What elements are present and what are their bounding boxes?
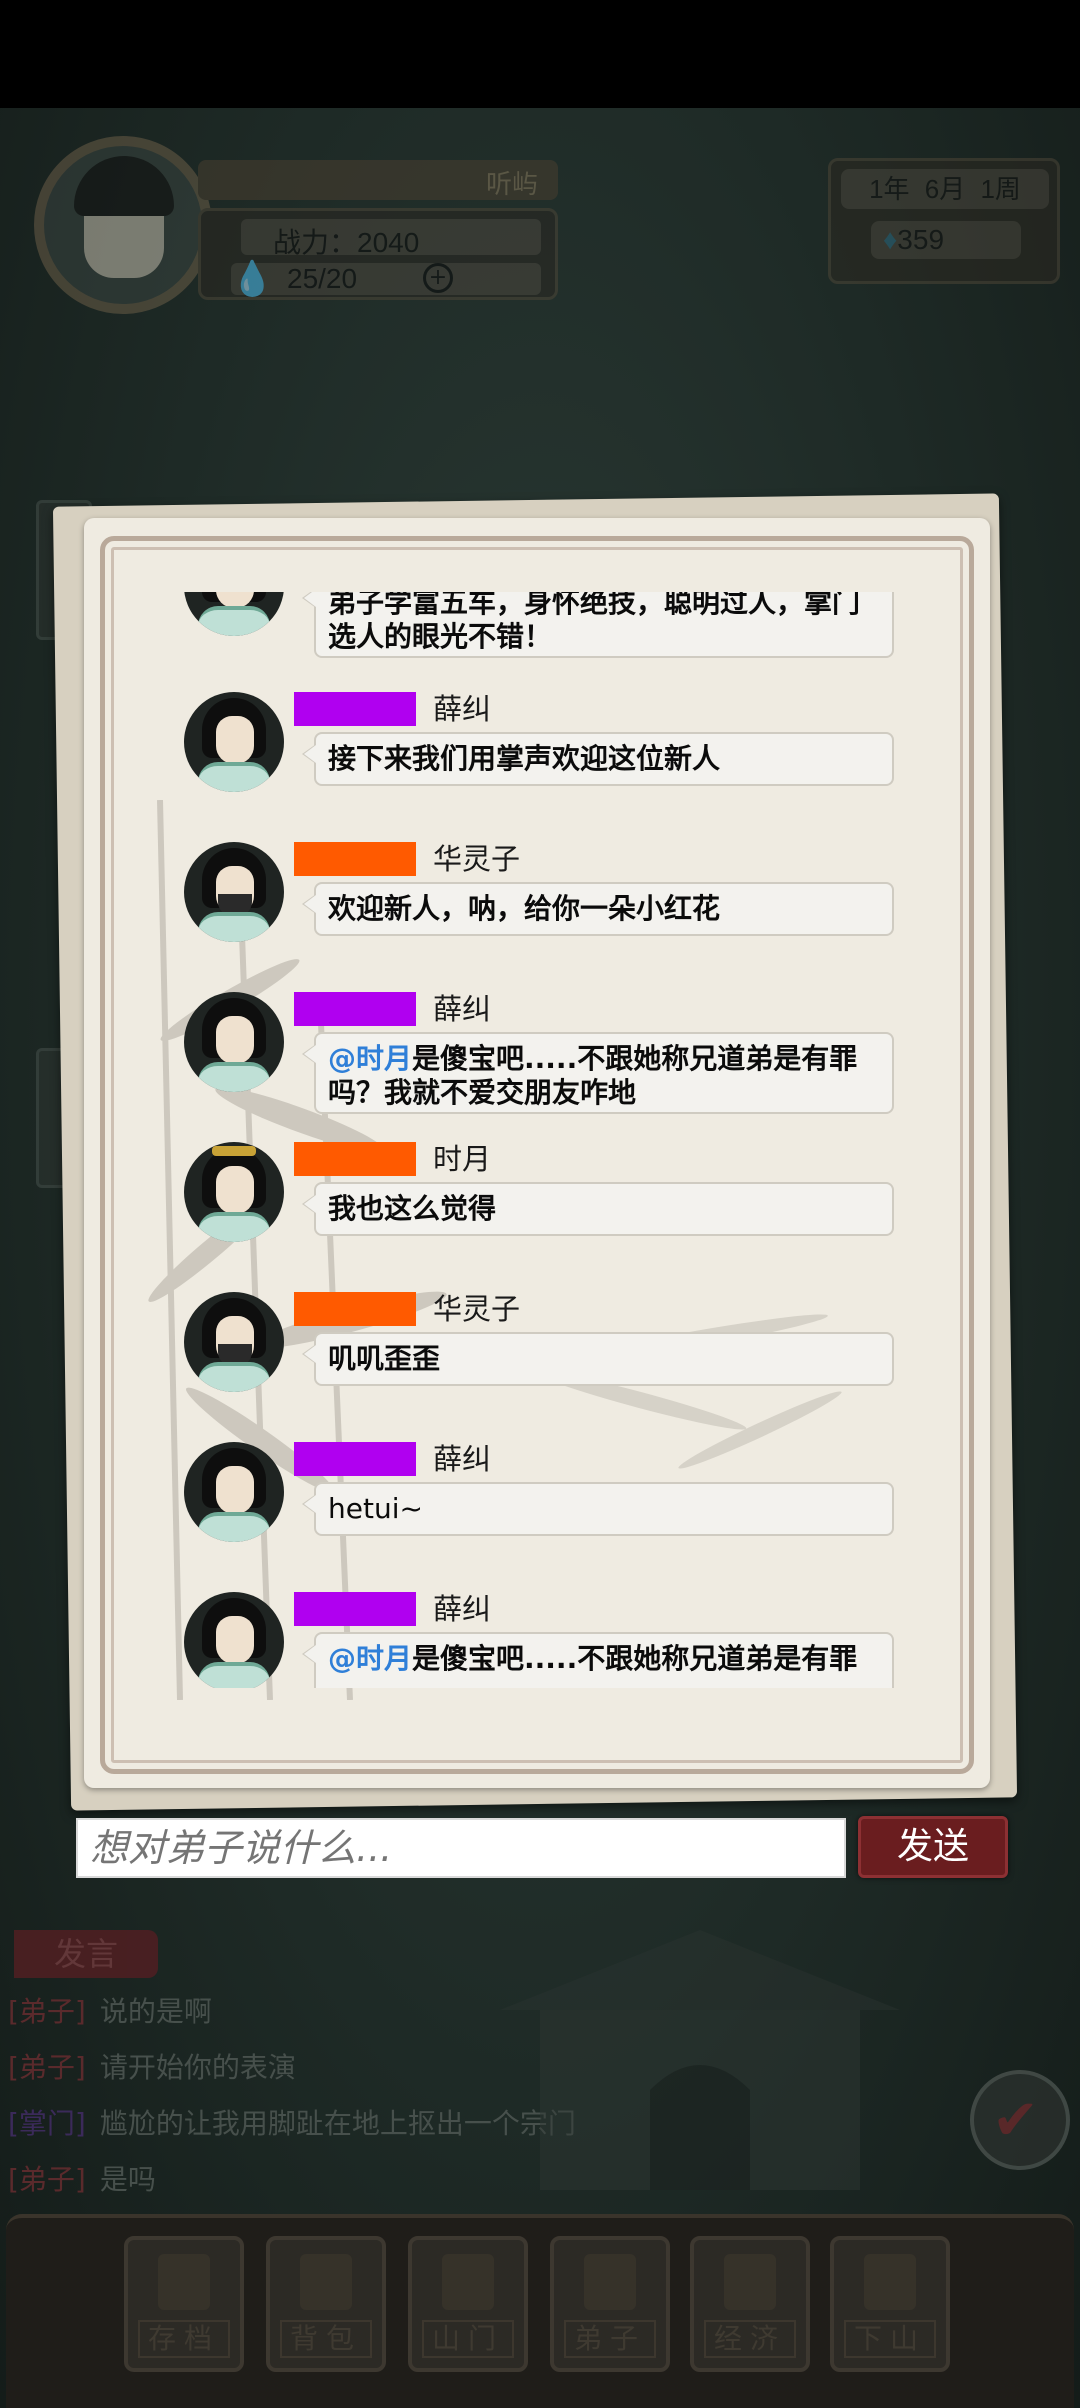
rank-tag [294,992,416,1026]
add-stamina-button[interactable]: + [423,263,453,293]
chat-log-title: 发言 [14,1930,158,1978]
message-bubble: hetui~ [302,1482,894,1536]
nav-mountain-gate-button[interactable]: 山门 [408,2236,528,2372]
task-check-button[interactable]: ✔ [970,2070,1070,2170]
message-text: 是傻宝吧.....不跟她称兄道弟是有罪 [412,1642,858,1675]
chat-message: 华灵子 欢迎新人，呐，给你一朵小红花 [110,842,966,992]
message-bubble: 接下来我们用掌声欢迎这位新人 [302,732,894,786]
sender-avatar[interactable] [184,1292,284,1392]
chat-message-list[interactable]: 弟子学富五车，身怀绝技，聪明过人，掌门选人的眼光不错！ 薛纠 接下来我们用掌声欢… [110,592,966,1688]
chat-message: 时月 我也这么觉得 [110,1142,966,1292]
mention-link[interactable]: @时月 [328,1642,412,1675]
chat-log-line: [弟子] 是吗 [8,2163,156,2196]
sender-avatar[interactable] [184,842,284,942]
sender-avatar[interactable] [184,1592,284,1688]
nav-save-button[interactable]: 存档 [124,2236,244,2372]
rank-tag [294,1442,416,1476]
message-text: 叽叽歪歪 [328,1342,441,1375]
send-button[interactable]: 发送 [858,1816,1008,1878]
player-name: 听屿 [485,169,538,199]
player-hud: 听屿 战力：2040 💧 25/20 + 1年 6月 1周 ♦359 [0,0,1080,640]
rank-tag [294,1592,416,1626]
power-label: 战力：2040 [273,227,420,258]
player-avatar[interactable] [34,136,212,314]
sender-name: 华灵子 [433,842,521,876]
sender-name: 薛纠 [433,692,492,726]
spirit-stone-count: 359 [897,224,945,255]
message-bubble: 我也这么觉得 [302,1182,894,1236]
sender-name: 薛纠 [433,1442,492,1476]
sect-gate-illustration [500,1930,900,2190]
nav-disciples-button[interactable]: 弟子 [550,2236,670,2372]
message-bubble: @时月是傻宝吧.....不跟她称兄道弟是有罪 [302,1632,894,1688]
bag-icon [300,2254,352,2310]
rank-tag [294,842,416,876]
nav-descend-button[interactable]: 下山 [830,2236,950,2372]
stamina-icon: 💧 [231,259,274,299]
nav-economy-button[interactable]: 经济 [690,2236,810,2372]
message-bubble: 叽叽歪歪 [302,1332,894,1386]
message-bubble: 欢迎新人，呐，给你一朵小红花 [302,882,894,936]
gate-icon [442,2254,494,2310]
chat-message: 华灵子 叽叽歪歪 [110,1292,966,1442]
sender-avatar[interactable] [184,1142,284,1242]
check-icon: ✔ [992,2088,1039,2153]
message-text: hetui~ [328,1492,423,1525]
player-name-plate: 听屿 [198,160,558,200]
sender-name: 薛纠 [433,992,492,1026]
sender-avatar[interactable] [184,1442,284,1542]
chat-log-line: [弟子] 请开始你的表演 [8,2051,296,2084]
sender-name: 华灵子 [433,1292,521,1326]
coin-icon [724,2254,776,2310]
message-bubble: 弟子学富五车，身怀绝技，聪明过人，掌门选人的眼光不错！ [302,592,894,658]
chat-log-line: [弟子] 说的是啊 [8,1995,212,2028]
message-bubble: @时月是傻宝吧.....不跟她称兄道弟是有罪吗？我就不爱交朋友咋地 [302,1032,894,1114]
sender-avatar[interactable] [184,592,284,636]
sender-avatar[interactable] [184,992,284,1092]
nav-backpack-button[interactable]: 背包 [266,2236,386,2372]
message-text: 接下来我们用掌声欢迎这位新人 [328,742,721,775]
rank-tag [294,692,416,726]
rank-tag [294,1142,416,1176]
sender-name: 时月 [433,1142,492,1176]
scroll-icon [158,2254,210,2310]
sender-name: 薛纠 [433,1592,492,1626]
date-box: 1年 6月 1周 ♦359 [828,158,1060,284]
message-text: 弟子学富五车，身怀绝技，聪明过人，掌门选人的眼光不错！ [328,592,861,653]
game-date: 1年 6月 1周 [841,169,1049,209]
mountain-icon [864,2254,916,2310]
chat-message: 弟子学富五车，身怀绝技，聪明过人，掌门选人的眼光不错！ [110,592,966,686]
rank-tag [294,1292,416,1326]
chat-message: 薛纠 hetui~ [110,1442,966,1592]
chat-message: 薛纠 @时月是傻宝吧.....不跟她称兄道弟是有罪 [110,1592,966,1688]
mention-link[interactable]: @时月 [328,1042,412,1075]
power-box: 战力：2040 💧 25/20 + [198,208,558,300]
message-text: 欢迎新人，呐，给你一朵小红花 [328,892,721,925]
chat-message: 薛纠 接下来我们用掌声欢迎这位新人 [110,692,966,842]
message-text: 我也这么觉得 [328,1192,497,1225]
sender-avatar[interactable] [184,692,284,792]
stamina-value: 25/20 [287,263,358,294]
chat-log-line: [掌门] 尴尬的让我用脚趾在地上抠出一个宗门 [8,2107,576,2140]
chat-message: 薛纠 @时月是傻宝吧.....不跟她称兄道弟是有罪吗？我就不爱交朋友咋地 [110,992,966,1142]
spirit-stone-icon: ♦ [883,224,898,255]
message-input[interactable] [76,1818,846,1878]
disciple-icon [584,2254,636,2310]
